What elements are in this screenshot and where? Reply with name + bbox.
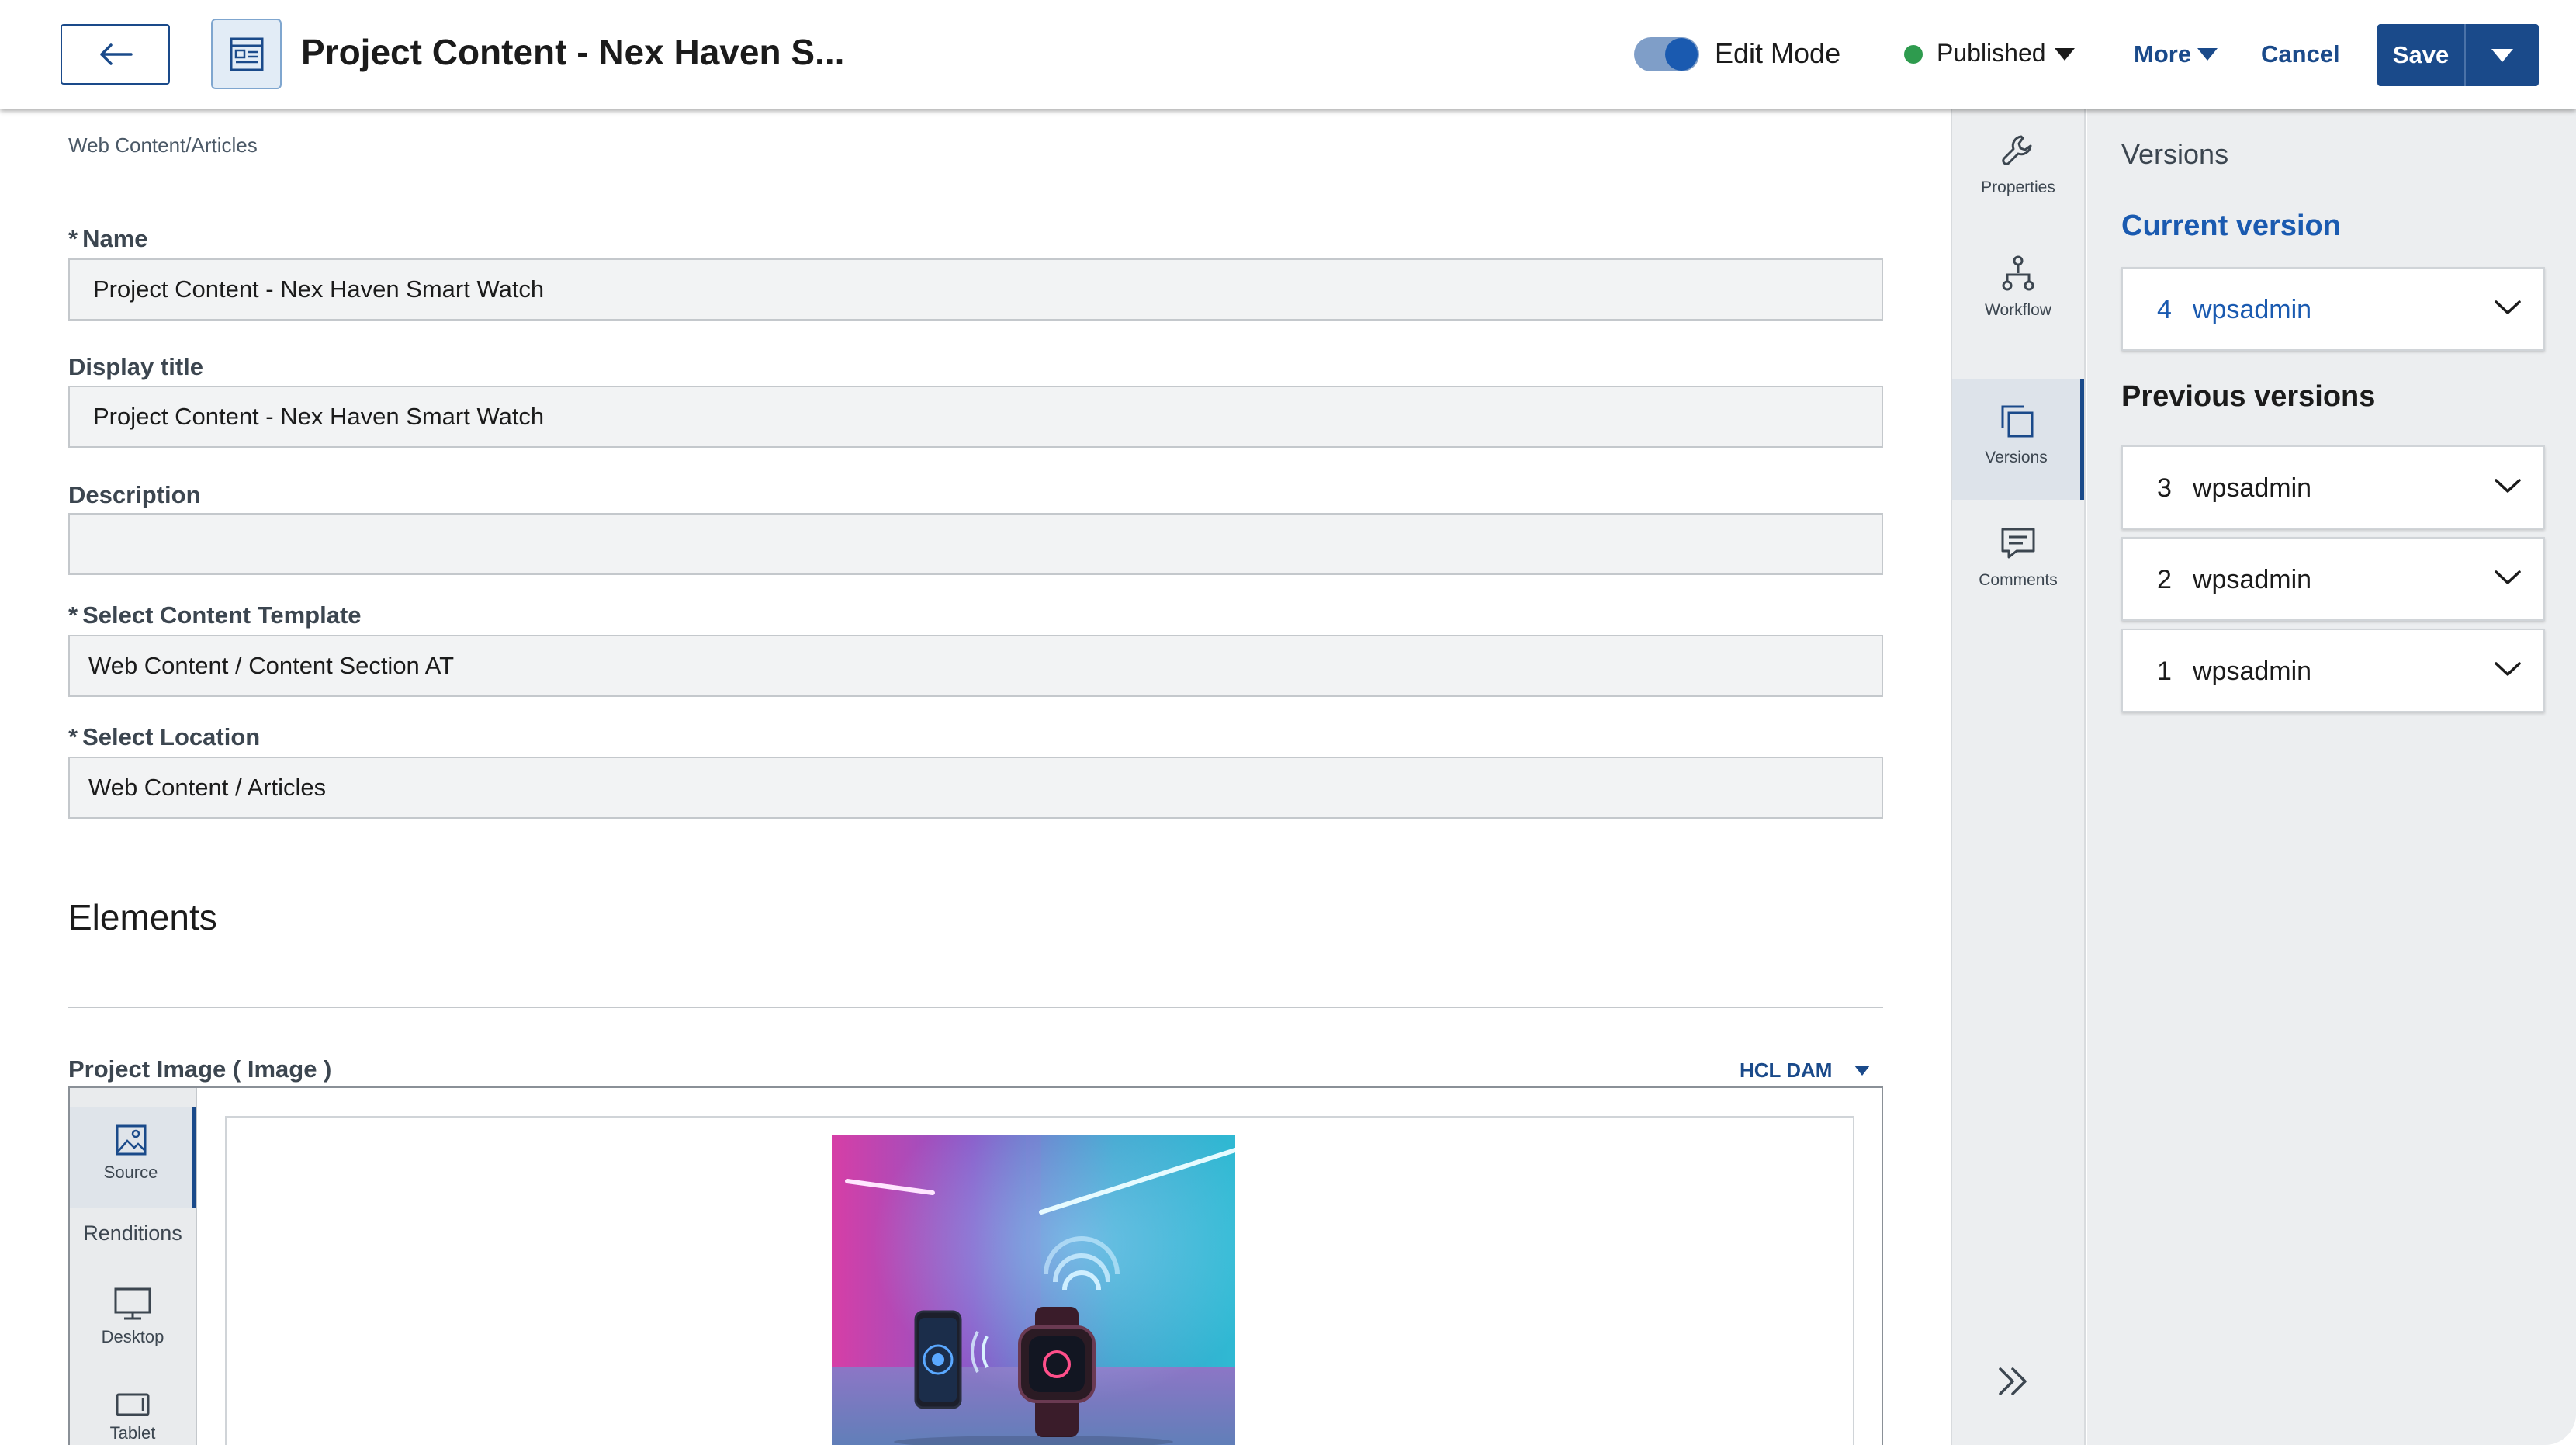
description-label: Description [68, 481, 201, 508]
rendition-source[interactable]: Source [70, 1107, 196, 1208]
rendition-label: Tablet [109, 1423, 156, 1443]
rail-label: Properties [1981, 178, 2055, 196]
previous-versions-heading: Previous versions [2121, 380, 2376, 413]
description-field[interactable] [68, 513, 1883, 575]
required-marker: * [68, 601, 78, 629]
image-source-dropdown[interactable]: HCL DAM [1740, 1059, 1832, 1083]
status-dot-icon [1904, 45, 1923, 64]
name-label: * Name [68, 225, 148, 253]
location-label-text: Select Location [82, 723, 261, 750]
rail-item-versions[interactable]: Versions [1952, 379, 2084, 500]
version-author: wpsadmin [2193, 473, 2312, 503]
rail-item-comments[interactable]: Comments [1952, 501, 2084, 622]
current-version-heading: Current version [2121, 210, 2341, 242]
edit-mode-toggle[interactable] [1634, 37, 1699, 71]
elements-heading: Elements [68, 897, 217, 937]
location-label: * Select Location [68, 723, 260, 751]
tablet-icon [116, 1393, 150, 1416]
version-card[interactable]: 3 wpsadmin [2121, 445, 2545, 529]
chevron-down-icon[interactable] [2494, 298, 2522, 317]
version-number: 2 [2157, 565, 2172, 594]
edit-mode-label: Edit Mode [1715, 37, 1841, 69]
version-author: wpsadmin [2193, 565, 2312, 594]
rendition-desktop[interactable]: Desktop [70, 1287, 196, 1347]
version-number: 4 [2157, 295, 2172, 324]
cancel-button[interactable]: Cancel [2261, 40, 2340, 68]
status-dropdown[interactable]: Published [1937, 39, 2046, 68]
rendition-label: Desktop [101, 1327, 164, 1346]
desktop-icon [114, 1287, 151, 1320]
content-template-field[interactable]: Web Content / Content Section AT [68, 635, 1883, 697]
name-field[interactable]: Project Content - Nex Haven Smart Watch [68, 258, 1883, 321]
renditions-sidebar: Source Renditions Desktop Tablet [70, 1088, 197, 1445]
more-caret-icon[interactable] [2197, 48, 2218, 61]
project-image[interactable] [832, 1135, 1235, 1445]
back-button[interactable] [61, 24, 170, 85]
rail-item-workflow[interactable]: Workflow [1952, 231, 2084, 352]
caret-down-icon [2491, 48, 2513, 62]
version-card-current[interactable]: 4 wpsadmin [2121, 267, 2545, 351]
more-button[interactable]: More [2134, 40, 2191, 68]
save-options-button[interactable] [2464, 24, 2539, 86]
top-bar: Project Content - Nex Haven S... Edit Mo… [0, 0, 2576, 109]
display-title-field[interactable]: Project Content - Nex Haven Smart Watch [68, 386, 1883, 448]
required-marker: * [68, 225, 78, 252]
versions-icon [2001, 405, 2033, 438]
versions-panel-title: Versions [2121, 138, 2229, 170]
image-preview-area [225, 1116, 1854, 1445]
arrow-left-icon [99, 43, 133, 65]
rail-item-properties[interactable]: Properties [1952, 109, 2084, 230]
image-icon [116, 1124, 146, 1156]
content-type-icon [211, 19, 282, 89]
divider [68, 1007, 1883, 1008]
template-label-text: Select Content Template [82, 601, 362, 629]
rail-label: Workflow [1985, 301, 2051, 319]
location-field[interactable]: Web Content / Articles [68, 757, 1883, 819]
version-number: 1 [2157, 657, 2172, 686]
status-caret-icon[interactable] [2055, 48, 2075, 61]
save-button[interactable]: Save [2377, 24, 2464, 86]
breadcrumb[interactable]: Web Content/Articles [68, 133, 258, 158]
version-author: wpsadmin [2193, 657, 2312, 686]
template-label: * Select Content Template [68, 601, 362, 629]
rendition-tablet[interactable]: Tablet [70, 1392, 196, 1443]
resize-corner [2545, 1414, 2576, 1445]
workflow-icon [2002, 255, 2034, 291]
page-title: Project Content - Nex Haven S... [301, 32, 845, 72]
side-rail: Properties Workflow Versions Comments [1951, 109, 2086, 1445]
wrench-icon [2002, 135, 2032, 165]
name-label-text: Name [82, 225, 148, 252]
caret-down-icon[interactable] [1854, 1066, 1870, 1076]
version-author: wpsadmin [2193, 295, 2312, 324]
version-card[interactable]: 1 wpsadmin [2121, 629, 2545, 712]
renditions-heading: Renditions [83, 1221, 182, 1245]
chevron-down-icon[interactable] [2494, 476, 2522, 495]
rail-label: Versions [1985, 449, 2048, 466]
collapse-panel-icon[interactable] [1996, 1366, 2030, 1397]
image-element-panel: Source Renditions Desktop Tablet [68, 1086, 1883, 1445]
versions-panel: Versions Current version 4 wpsadmin Prev… [2087, 109, 2576, 1445]
display-title-label: Display title [68, 353, 203, 380]
rendition-label: Source [103, 1163, 158, 1182]
comments-icon [2001, 528, 2035, 559]
toggle-knob [1665, 38, 1698, 71]
version-number: 3 [2157, 473, 2172, 503]
version-card[interactable]: 2 wpsadmin [2121, 537, 2545, 621]
image-element-label: Project Image ( Image ) [68, 1055, 332, 1083]
rail-label: Comments [1979, 571, 2058, 589]
chevron-down-icon[interactable] [2494, 660, 2522, 678]
chevron-down-icon[interactable] [2494, 568, 2522, 587]
required-marker: * [68, 723, 78, 750]
